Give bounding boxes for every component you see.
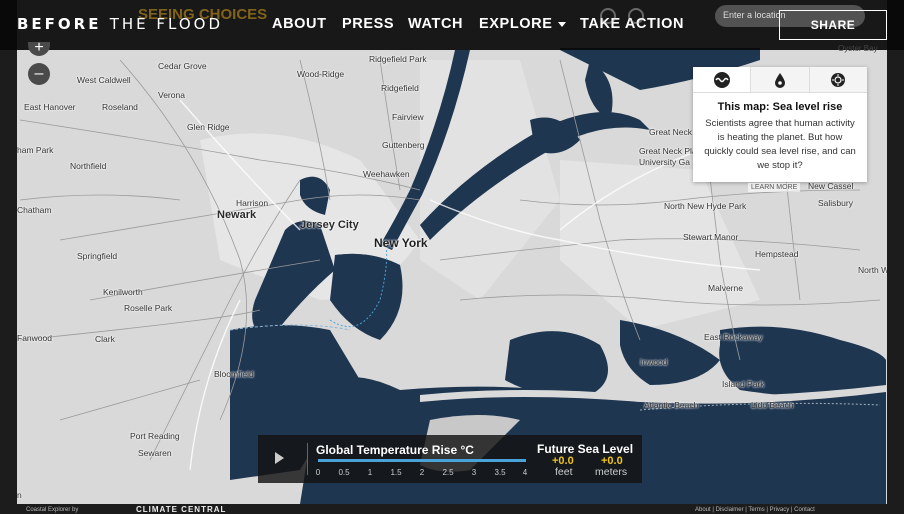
climate-central-logo[interactable]: CLIMATE CENTRAL: [136, 505, 226, 514]
learn-more-link[interactable]: LEARN MORE: [748, 183, 801, 192]
label-new-york: New York: [374, 236, 428, 250]
label-guttenberg: Guttenberg: [382, 140, 425, 150]
info-tabs: [693, 67, 867, 93]
label-weehawken: Weehawken: [363, 169, 410, 179]
tick-label: 0.5: [338, 468, 350, 477]
zoom-out-button[interactable]: –: [28, 63, 50, 85]
map-frame-right: [887, 0, 904, 514]
label-roselle-park: Roselle Park: [124, 303, 173, 313]
meters-unit: meters: [595, 466, 628, 478]
label-new-cassel: New Cassel: [808, 181, 854, 191]
tab-precipitation[interactable]: [751, 67, 810, 92]
site-logo[interactable]: BEFORE THE FLOOD: [17, 15, 223, 33]
temperature-slider[interactable]: [318, 459, 526, 462]
label-west-caldwell: West Caldwell: [77, 75, 131, 85]
play-icon[interactable]: [275, 452, 284, 464]
label-salisbury: Salisbury: [818, 198, 853, 208]
ghost-icons: [600, 8, 644, 24]
label-chatham: Chatham: [17, 205, 52, 215]
label-oyster-bay: Oyster Bay: [838, 44, 878, 53]
footer-credit: Coastal Explorer by: [26, 507, 79, 513]
label-north-new-hyde-park: North New Hyde Park: [664, 201, 747, 211]
tick-label: 1: [367, 468, 373, 477]
tab-sea-level[interactable]: [693, 67, 752, 92]
tick-label: 0: [315, 468, 321, 477]
tab-heat[interactable]: [809, 67, 867, 92]
tick-label: 4: [522, 468, 528, 477]
label-harrison: Harrison: [236, 198, 269, 208]
nav-explore-label: EXPLORE: [479, 16, 553, 32]
label-roseland: Roseland: [102, 102, 138, 112]
footer-links[interactable]: About | Disclaimer | Terms | Privacy | C…: [695, 507, 815, 513]
label-great-neck: Great Neck: [649, 127, 692, 137]
feet-unit: feet: [555, 466, 573, 478]
locate-icon: [600, 8, 616, 24]
info-text: Scientists agree that human activity is …: [704, 118, 856, 171]
label-northfield: Northfield: [70, 161, 107, 171]
label-ridgefield: Ridgefield: [381, 83, 419, 93]
label-east-rockaway: East Rockaway: [704, 332, 763, 342]
label-stewart-manor: Stewart Manor: [683, 232, 739, 242]
label-east-hanover: East Hanover: [24, 102, 76, 112]
nav-about[interactable]: ABOUT: [272, 16, 327, 32]
logo-thin: THE FLOOD: [109, 15, 224, 33]
tick-label: 1.5: [390, 468, 402, 477]
label-port-reading: Port Reading: [130, 431, 180, 441]
label-fairview: Fairview: [392, 112, 424, 122]
temperature-control: Global Temperature Rise °C 0 0.5 1 1.5 2…: [258, 435, 642, 483]
label-n: n: [17, 490, 22, 500]
sun-icon: [831, 72, 846, 87]
drop-icon: [774, 72, 785, 88]
label-lido-beach: Lido Beach: [751, 400, 794, 410]
label-cedar-grove: Cedar Grove: [158, 61, 207, 71]
label-ridgefield-park: Ridgefield Park: [369, 54, 427, 64]
top-navigation-bar: SEEING CHOICES BEFORE THE FLOOD ABOUT PR…: [0, 0, 904, 50]
label-university-ga: University Ga: [639, 157, 691, 167]
label-hempstead: Hempstead: [755, 249, 799, 259]
label-sewaren: Sewaren: [138, 448, 172, 458]
label-verona: Verona: [158, 90, 185, 100]
tick-label: 3: [471, 468, 477, 477]
label-kenilworth: Kenilworth: [103, 287, 143, 297]
temperature-title: Global Temperature Rise °C: [316, 443, 474, 457]
label-malverne: Malverne: [708, 283, 743, 293]
logo-bold: BEFORE: [17, 15, 102, 33]
control-divider: [307, 443, 308, 475]
label-ham-park: ham Park: [17, 145, 54, 155]
tick-label: 2.5: [442, 468, 454, 477]
label-bloomfield: Bloomfield: [214, 369, 254, 379]
label-inwood: Inwood: [640, 357, 668, 367]
label-jersey-city: Jersey City: [300, 219, 359, 231]
sea-level-title: Future Sea Level: [537, 442, 634, 456]
globe-icon: [628, 8, 644, 24]
label-clark: Clark: [95, 334, 115, 344]
nav-watch[interactable]: WATCH: [408, 16, 463, 32]
label-newark: Newark: [217, 209, 257, 221]
tick-label: 2: [419, 468, 425, 477]
label-north-w: North W: [858, 265, 890, 275]
nav-explore[interactable]: EXPLORE: [479, 16, 566, 32]
share-button[interactable]: SHARE: [779, 10, 887, 40]
chevron-down-icon: [557, 21, 566, 27]
label-springfield: Springfield: [77, 251, 118, 261]
wave-icon: [713, 71, 730, 88]
tick-label: 3.5: [494, 468, 506, 477]
nav-press[interactable]: PRESS: [342, 16, 394, 32]
info-title: This map: Sea level rise: [717, 101, 843, 113]
label-wood-ridge: Wood-Ridge: [297, 69, 345, 79]
label-atlantic-beach: Atlantic Beach: [644, 400, 699, 410]
label-glen-ridge: Glen Ridge: [187, 122, 230, 132]
info-panel: This map: Sea level rise Scientists agre…: [693, 67, 867, 182]
label-island-park: Island Park: [722, 379, 765, 389]
label-fanwood: Fanwood: [17, 333, 52, 343]
map-frame-left: [0, 0, 17, 514]
